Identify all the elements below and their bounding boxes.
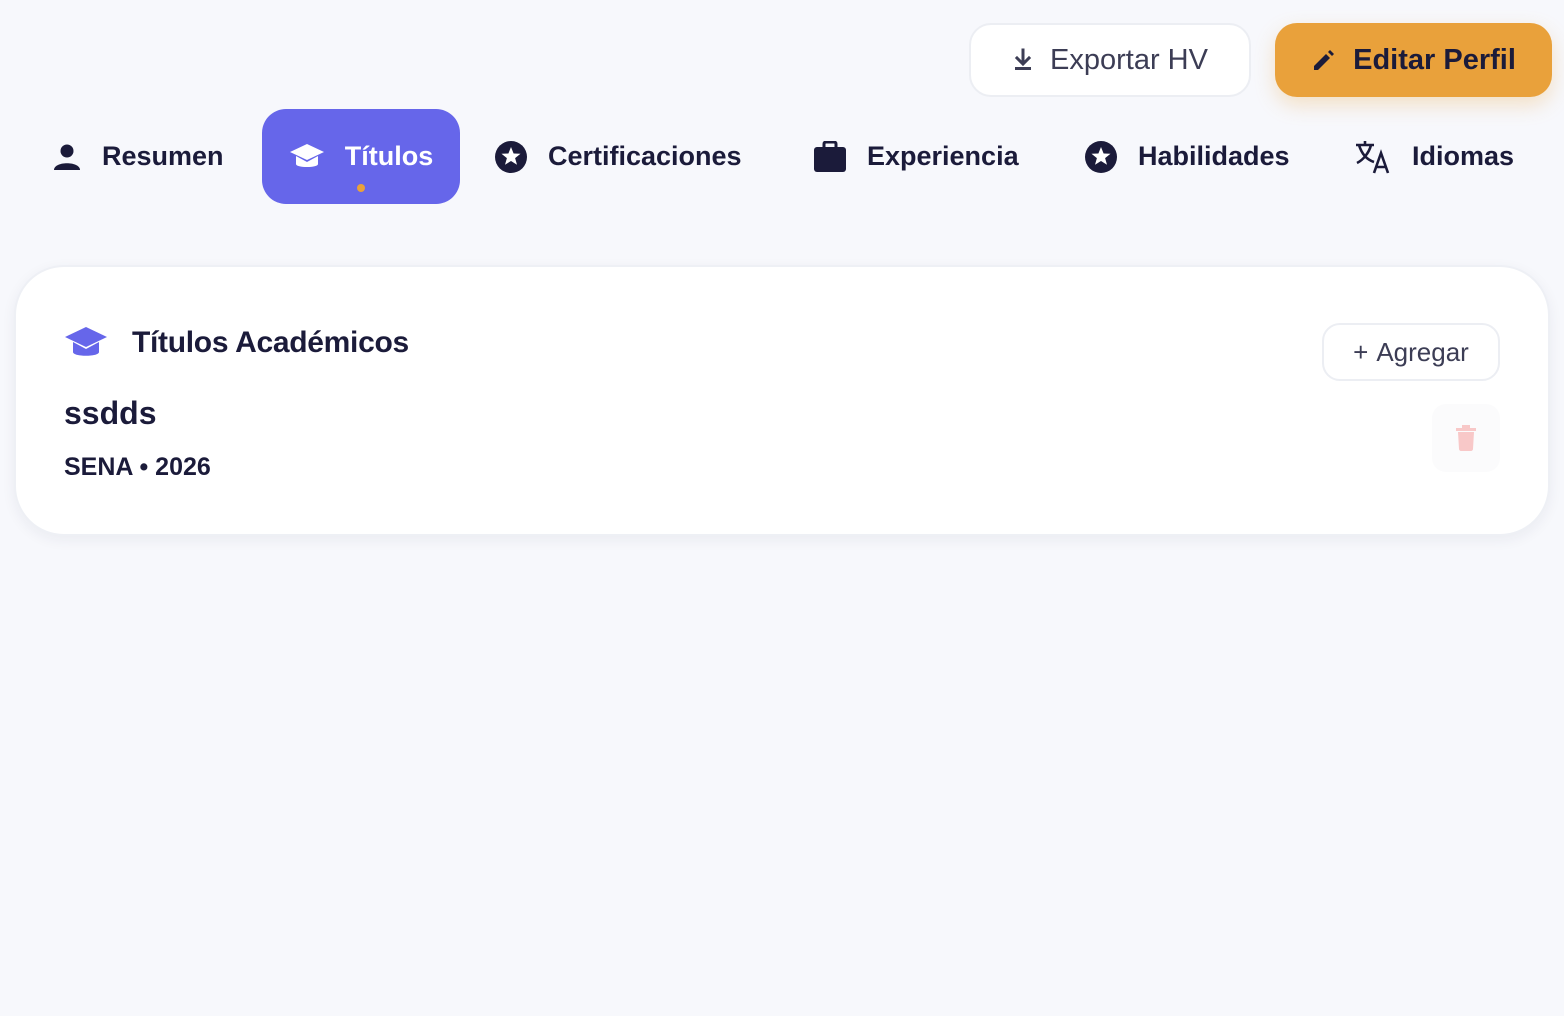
active-indicator-dot [357, 184, 365, 192]
delete-title-button[interactable] [1432, 404, 1500, 472]
star-circle-icon [494, 140, 528, 174]
title-entry-meta: SENA • 2026 [64, 453, 211, 481]
tab-label: Resumen [102, 141, 224, 171]
title-entry-name: ssdds [64, 395, 157, 431]
add-title-button[interactable]: + Agregar [1322, 323, 1500, 381]
graduation-cap-icon [64, 325, 108, 361]
edit-profile-label: Editar Perfil [1353, 43, 1516, 76]
tab-label: Habilidades [1138, 141, 1290, 171]
tab-label: Experiencia [867, 141, 1019, 171]
tab-experiencia[interactable]: Experiencia [813, 109, 1019, 204]
graduation-cap-icon [289, 142, 325, 172]
tab-titulos[interactable]: Títulos [262, 109, 460, 204]
translate-icon [1354, 139, 1392, 175]
tab-label: Idiomas [1412, 141, 1515, 171]
add-label: Agregar [1376, 336, 1469, 367]
add-prefix: + [1353, 336, 1369, 367]
card-header: Títulos Académicos [64, 325, 409, 361]
page: Exportar HV Editar Perfil Resumen Título… [0, 0, 1564, 1016]
tab-resumen[interactable]: Resumen [52, 109, 224, 204]
pencil-icon [1311, 47, 1337, 73]
person-icon [52, 142, 82, 172]
briefcase-icon [813, 140, 847, 173]
academic-titles-card: Títulos Académicos + Agregar ssdds SENA … [14, 265, 1550, 536]
tab-certificaciones[interactable]: Certificaciones [494, 109, 742, 204]
export-hv-label: Exportar HV [1050, 43, 1208, 76]
tab-bar: Resumen Títulos Certificaciones Experien… [0, 109, 1564, 204]
download-icon [1012, 48, 1034, 72]
star-circle-icon [1084, 140, 1118, 174]
edit-profile-button[interactable]: Editar Perfil [1275, 23, 1552, 97]
tab-label: Títulos [344, 141, 434, 171]
tab-idiomas[interactable]: Idiomas [1354, 109, 1514, 204]
tab-habilidades[interactable]: Habilidades [1084, 109, 1290, 204]
section-title: Títulos Académicos [132, 326, 409, 359]
export-hv-button[interactable]: Exportar HV [969, 23, 1251, 97]
trash-icon [1455, 425, 1477, 451]
tab-label: Certificaciones [548, 141, 742, 171]
